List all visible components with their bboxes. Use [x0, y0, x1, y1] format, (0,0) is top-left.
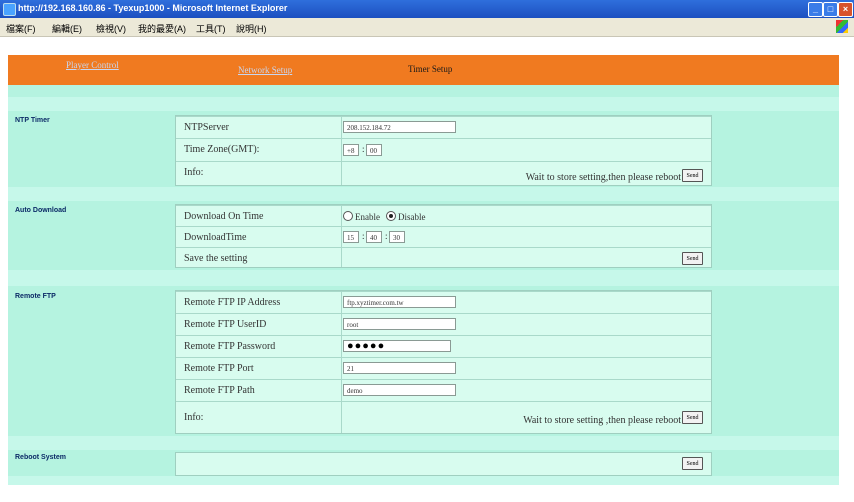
maximize-icon[interactable]: □ — [823, 2, 838, 17]
table-row: DownloadTime 15 : 40 : 30 — [176, 226, 711, 247]
timezone-hour-input[interactable]: +8 — [343, 144, 359, 156]
table-row: Remote FTP UserID root — [176, 313, 711, 335]
menu-view[interactable]: 檢視(V) — [96, 22, 126, 35]
table-row: Remote FTP Port 21 — [176, 357, 711, 379]
table-row: Save the setting Send — [176, 247, 711, 268]
download-second-input[interactable]: 30 — [389, 231, 405, 243]
nav-network-setup[interactable]: Network Setup — [238, 65, 292, 75]
ftp-send-button[interactable]: Send — [682, 411, 703, 424]
table-row: Info: Wait to store setting ,then please… — [176, 401, 711, 434]
auto-send-button[interactable]: Send — [682, 252, 703, 265]
section-ntp-timer: NTP Timer — [15, 117, 50, 124]
ntp-info-label: Info: — [184, 167, 204, 178]
ftp-user-input[interactable]: root — [343, 318, 456, 330]
ftp-port-input[interactable]: 21 — [343, 362, 456, 374]
table-row: Info: Wait to store setting,then please … — [176, 161, 711, 186]
menu-help[interactable]: 說明(H) — [236, 22, 267, 35]
timezone-minute-input[interactable]: 00 — [366, 144, 382, 156]
menu-bar: 檔案(F) 編輯(E) 檢視(V) 我的最愛(A) 工具(T) 說明(H) — [0, 18, 854, 37]
close-icon[interactable]: × — [838, 2, 853, 17]
download-hour-input[interactable]: 15 — [343, 231, 359, 243]
band — [8, 97, 839, 111]
reboot-panel: Send — [175, 452, 712, 476]
radio-checked-icon — [386, 211, 396, 221]
window-titlebar: http://192.168.160.86 - Tyexup1000 - Mic… — [0, 0, 854, 18]
separator: : — [362, 144, 365, 154]
menu-tools[interactable]: 工具(T) — [196, 22, 226, 35]
table-row: Download On Time Enable Disable — [176, 205, 711, 226]
ftp-path-input[interactable]: demo — [343, 384, 456, 396]
ftp-password-label: Remote FTP Password — [184, 341, 276, 352]
ftp-port-label: Remote FTP Port — [184, 363, 254, 374]
nav-player-control[interactable]: Player Control — [66, 60, 119, 70]
download-on-time-label: Download On Time — [184, 211, 264, 222]
band — [8, 476, 839, 485]
band — [8, 436, 839, 450]
menu-edit[interactable]: 編輯(E) — [52, 22, 82, 35]
ftp-path-label: Remote FTP Path — [184, 385, 255, 396]
table-row: Remote FTP IP Address ftp.xyztimer.com.t… — [176, 291, 711, 313]
timezone-label: Time Zone(GMT): — [184, 144, 260, 155]
table-row: Remote FTP Path demo — [176, 379, 711, 401]
ntp-server-label: NTPServer — [184, 122, 229, 133]
enable-radio[interactable]: Enable — [343, 211, 380, 222]
auto-download-panel: Download On Time Enable Disable Download… — [175, 204, 712, 268]
nav-bar: Player Control Network Setup Timer Setup — [8, 55, 839, 85]
nav-timer-setup: Timer Setup — [408, 64, 453, 74]
section-auto-download: Auto Download — [15, 207, 67, 214]
ftp-user-label: Remote FTP UserID — [184, 319, 267, 330]
table-row: NTPServer 208.152.184.72 — [176, 116, 711, 138]
download-minute-input[interactable]: 40 — [366, 231, 382, 243]
disable-label: Disable — [398, 212, 426, 222]
menu-file[interactable]: 檔案(F) — [6, 22, 36, 35]
band — [8, 270, 839, 286]
menu-favorites[interactable]: 我的最愛(A) — [138, 22, 186, 35]
table-row: Time Zone(GMT): +8 : 00 — [176, 138, 711, 161]
band — [8, 187, 839, 201]
table-row: Remote FTP Password ●●●●● — [176, 335, 711, 357]
ntp-server-input[interactable]: 208.152.184.72 — [343, 121, 456, 133]
download-time-label: DownloadTime — [184, 232, 247, 243]
minimize-icon[interactable]: _ — [808, 2, 823, 17]
ntp-info-message: Wait to store setting,then please reboot — [525, 172, 681, 183]
window-title: http://192.168.160.86 - Tyexup1000 - Mic… — [18, 3, 288, 13]
ftp-info-label: Info: — [184, 412, 204, 423]
ftp-ip-input[interactable]: ftp.xyztimer.com.tw — [343, 296, 456, 308]
reboot-send-button[interactable]: Send — [682, 457, 703, 470]
section-remote-ftp: Remote FTP — [15, 293, 56, 300]
ie-icon — [3, 3, 16, 16]
ftp-info-message: Wait to store setting ,then please reboo… — [523, 415, 681, 426]
separator: : — [362, 231, 365, 241]
ntp-send-button[interactable]: Send — [682, 169, 703, 182]
ftp-ip-label: Remote FTP IP Address — [184, 297, 281, 308]
ntp-panel: NTPServer 208.152.184.72 Time Zone(GMT):… — [175, 115, 712, 186]
disable-radio[interactable]: Disable — [386, 211, 426, 222]
save-setting-label: Save the setting — [184, 253, 248, 264]
ftp-password-input[interactable]: ●●●●● — [343, 340, 451, 352]
separator: : — [385, 231, 388, 241]
enable-label: Enable — [355, 212, 380, 222]
windows-logo-icon — [836, 20, 848, 33]
remote-ftp-panel: Remote FTP IP Address ftp.xyztimer.com.t… — [175, 290, 712, 434]
radio-icon — [343, 211, 353, 221]
section-reboot-system: Reboot System — [15, 454, 66, 461]
